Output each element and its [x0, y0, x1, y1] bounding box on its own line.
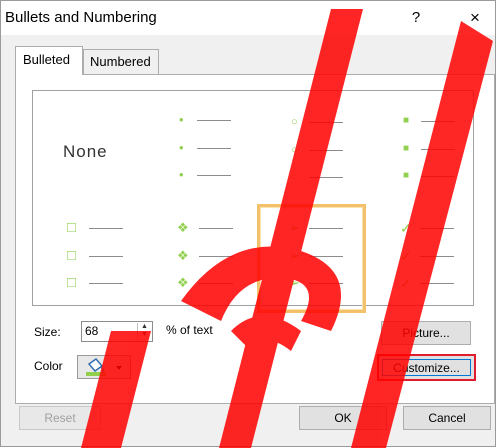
- title-bar: Bullets and Numbering ? ×: [1, 1, 495, 35]
- bullet-option-star-cluster[interactable]: ❖ ❖ ❖: [177, 220, 247, 292]
- hollow-round-bullet-icon: ○: [291, 171, 298, 183]
- size-value: 68: [85, 324, 99, 338]
- star-cluster-bullet-icon: ❖: [177, 275, 189, 290]
- bullet-option-filled-round[interactable]: • • •: [179, 112, 249, 184]
- ok-button[interactable]: OK: [299, 406, 387, 430]
- filled-square-bullet-icon: ■: [403, 115, 410, 126]
- checkmark-bullet-icon: ✓: [400, 248, 412, 264]
- reset-button[interactable]: Reset: [19, 406, 101, 430]
- size-spin-buttons[interactable]: ▲ ▼: [137, 323, 151, 340]
- customize-button[interactable]: Customize...: [377, 354, 476, 381]
- bullet-option-hollow-square[interactable]: □ □ □: [67, 219, 137, 292]
- close-button[interactable]: ×: [463, 7, 487, 29]
- bullet-option-none[interactable]: None: [41, 106, 141, 196]
- help-button[interactable]: ?: [405, 7, 427, 29]
- hollow-square-bullet-icon: □: [67, 219, 77, 236]
- checkmark-bullet-icon: ✓: [400, 220, 412, 236]
- color-label: Color: [34, 359, 63, 373]
- size-label: Size:: [34, 325, 61, 339]
- star-cluster-bullet-icon: ❖: [177, 220, 189, 235]
- bullet-option-filled-square[interactable]: ■ ■ ■: [403, 114, 473, 184]
- tab-numbered[interactable]: Numbered: [83, 49, 159, 75]
- bullets-dialog: Bullets and Numbering ? × Bulleted Numbe…: [0, 0, 496, 448]
- tab-numbered-label: Numbered: [90, 54, 151, 69]
- bullet-option-checkmark[interactable]: ✓ ✓ ✓: [400, 220, 470, 292]
- hollow-square-bullet-icon: □: [67, 274, 77, 291]
- picture-button[interactable]: Picture...: [381, 321, 471, 345]
- star-cluster-bullet-icon: ❖: [177, 248, 189, 263]
- cancel-button[interactable]: Cancel: [403, 406, 491, 430]
- filled-round-bullet-icon: •: [179, 112, 184, 127]
- filled-square-bullet-icon: ■: [403, 143, 410, 154]
- color-picker-button[interactable]: [77, 355, 131, 379]
- filled-square-bullet-icon: ■: [403, 170, 410, 181]
- filled-round-bullet-icon: •: [179, 140, 184, 155]
- none-label: None: [63, 142, 108, 161]
- paint-bucket-icon: [86, 358, 122, 376]
- customize-label: Customize...: [382, 359, 471, 376]
- tab-bulleted[interactable]: Bulleted: [15, 46, 83, 75]
- bullet-option-hollow-round[interactable]: ○ ○ ○: [291, 114, 361, 184]
- hollow-round-bullet-icon: ○: [291, 144, 298, 156]
- tab-bulleted-label: Bulleted: [23, 52, 70, 67]
- filled-round-bullet-icon: •: [179, 167, 184, 182]
- checkmark-bullet-icon: ✓: [400, 275, 412, 291]
- dialog-title: Bullets and Numbering: [5, 9, 157, 26]
- size-suffix: % of text: [166, 323, 213, 337]
- hollow-round-bullet-icon: ○: [291, 116, 298, 128]
- hollow-square-bullet-icon: □: [67, 247, 77, 264]
- size-spinner[interactable]: 68 ▲ ▼: [81, 321, 153, 342]
- selected-bullet-highlight: [257, 204, 366, 313]
